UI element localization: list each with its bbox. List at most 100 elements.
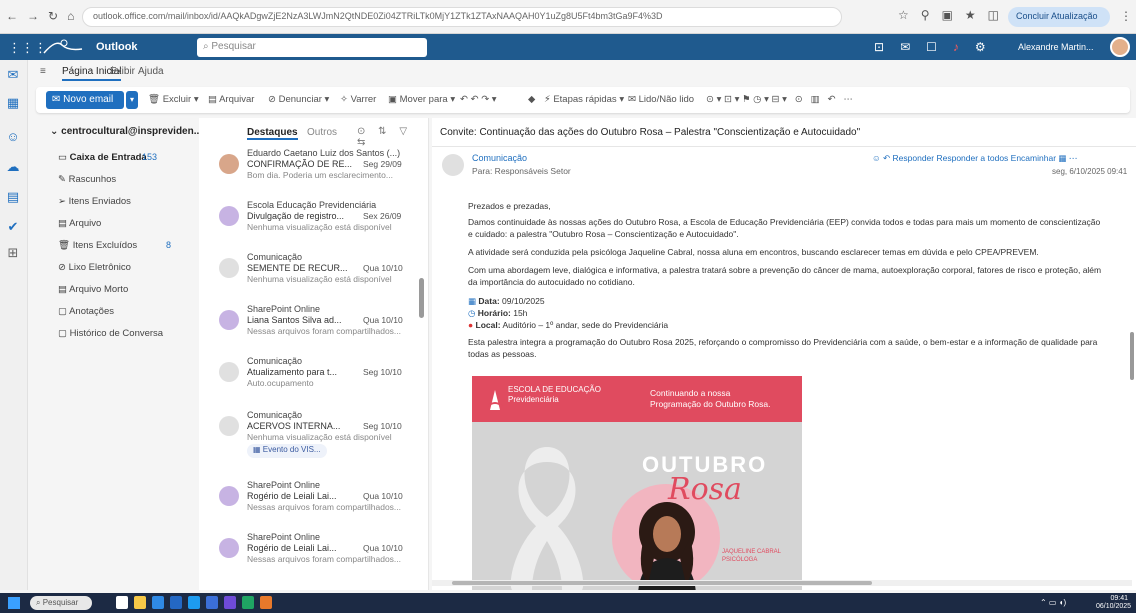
ribbon-tabs: ≡ Página Inicial Exibir Ajuda xyxy=(28,60,1136,84)
avatar xyxy=(219,416,239,436)
folder-drafts[interactable]: ✎ Rascunhos xyxy=(58,174,116,185)
folder-archive[interactable]: ▤ Arquivo xyxy=(58,218,101,229)
search-icon: ⌕ xyxy=(36,598,43,607)
windows-start-icon[interactable] xyxy=(8,597,20,609)
avatar[interactable] xyxy=(1110,37,1130,57)
outlook-icon[interactable] xyxy=(170,596,182,609)
school-logo xyxy=(487,390,503,410)
list-scrollbar[interactable] xyxy=(419,278,424,318)
email-greeting: Prezados e prezadas, xyxy=(468,201,551,211)
reply-icon: ☺ ↶ xyxy=(872,153,893,163)
more-icon[interactable]: ⋮ xyxy=(1120,9,1132,23)
folder-inbox[interactable]: ▭ Caixa de Entrada xyxy=(58,152,147,163)
taskbar-search[interactable]: ⌕ Pesquisar xyxy=(30,596,92,610)
folder-deleted[interactable]: 🗑 Itens Excluídos xyxy=(58,240,137,251)
mail-icon[interactable]: ✉ xyxy=(6,68,20,82)
star-icon[interactable]: ☆ xyxy=(898,8,909,22)
teams-taskbar-icon[interactable] xyxy=(224,596,236,609)
reading-pane: Convite: Continuação das ações do Outubr… xyxy=(432,118,1136,590)
hamburger-icon[interactable]: ≡ xyxy=(40,66,46,77)
folder-conversation-history[interactable]: ▢ Histórico de Conversa xyxy=(58,328,163,339)
notification-icon[interactable]: ♪ xyxy=(953,40,959,54)
reply-actions[interactable]: ☺ ↶ Responder Responder a todos Encaminh… xyxy=(872,153,1077,164)
quick-steps-button[interactable]: ⚡ Etapas rápidas ▾ xyxy=(544,94,624,105)
gear-icon[interactable]: ⚙ xyxy=(975,40,986,54)
app-rail: ✉ ▦ ☺ ☁ ▤ ✔ ⊞ xyxy=(0,60,28,590)
clock[interactable]: 09:41 06/10/2025 xyxy=(1096,595,1131,611)
calendar-icon[interactable]: ▦ xyxy=(6,96,20,110)
apps-icon[interactable]: ⊞ xyxy=(6,246,20,260)
task-view-icon[interactable] xyxy=(116,596,128,609)
folder-junk[interactable]: ⊘ Lixo Eletrônico xyxy=(58,262,131,273)
address-bar[interactable]: outlook.office.com/mail/inbox/id/AAQkADg… xyxy=(82,7,842,27)
folder-sent[interactable]: ➢ Itens Enviados xyxy=(58,196,131,207)
horizontal-scrollbar[interactable] xyxy=(432,580,1132,586)
scrollbar-thumb[interactable] xyxy=(452,581,872,585)
report-button[interactable]: ⊘ Denunciar ▾ xyxy=(268,94,329,105)
todo-icon[interactable]: ☐ xyxy=(926,40,937,54)
people-icon[interactable]: ☺ xyxy=(6,130,20,144)
update-button[interactable]: Concluir Atualização xyxy=(1008,7,1110,27)
event-place: ● Local: Auditório – 1º andar, sede do P… xyxy=(468,320,669,330)
tab-focused[interactable]: Destaques xyxy=(247,127,298,140)
app-name: Outlook xyxy=(96,41,138,53)
word-icon[interactable]: ▤ xyxy=(6,190,20,204)
tab-help[interactable]: Ajuda xyxy=(138,66,164,77)
delete-button[interactable]: 🗑 Excluir ▾ xyxy=(148,94,199,105)
system-tray[interactable]: ⌃ ▭ ◖) xyxy=(1040,598,1066,607)
word-taskbar-icon[interactable] xyxy=(206,596,218,609)
downloads-icon[interactable]: ◫ xyxy=(988,8,999,22)
todo-rail-icon[interactable]: ✔ xyxy=(6,220,20,234)
user-name[interactable]: Alexandre Martin... xyxy=(1018,42,1094,52)
reading-scrollbar[interactable] xyxy=(1130,332,1134,380)
windows-taskbar: ⌕ Pesquisar ⌃ ▭ ◖) 09:41 06/10/2025 xyxy=(0,593,1136,613)
favorites-icon[interactable]: ★ xyxy=(965,8,976,22)
tab-view[interactable]: Exibir xyxy=(110,66,135,77)
meet-icon[interactable]: ⊡ xyxy=(874,40,884,54)
app-header: ⋮⋮⋮ Outlook ⌕ Pesquisar ⊡ ✉ ☐ ♪ ⚙ Alexan… xyxy=(0,34,1136,60)
extensions-icon[interactable]: ⚲ xyxy=(921,8,930,22)
tab-other[interactable]: Outros xyxy=(307,127,337,138)
pin-icon: ● xyxy=(468,320,476,330)
onedrive-icon[interactable]: ☁ xyxy=(6,160,20,174)
list-header: Destaques Outros ⊙ ⇅ ▽ ⇆ xyxy=(199,118,429,148)
forward-arrow-icon[interactable]: → xyxy=(27,9,39,23)
taskbar-apps xyxy=(116,596,272,609)
teams-icon[interactable]: ✉ xyxy=(900,40,910,54)
folder-old-archive[interactable]: ▤ Arquivo Morto xyxy=(58,284,128,295)
more-toolbar-icons[interactable]: ⊙ ▾ ⊡ ▾ ⚑ ◷ ▾ ⊟ ▾ ⊙ ▥ ↶ ⋯ xyxy=(706,94,853,105)
account-name[interactable]: ⌄ centrocultural@inspreviden... xyxy=(50,126,202,137)
list-item[interactable]: SharePoint Online Rogério de Leiali Lai.… xyxy=(199,528,421,594)
search-input[interactable]: ⌕ Pesquisar xyxy=(197,38,427,57)
email-sender[interactable]: Comunicação xyxy=(472,153,527,163)
calendar-icon: ▦ xyxy=(468,296,479,306)
email-paragraph: Com uma abordagem leve, dialógica e info… xyxy=(468,265,1102,287)
chrome-icon[interactable] xyxy=(242,596,254,609)
collections-icon[interactable]: ▣ xyxy=(942,8,953,22)
reply-icon[interactable]: ↶ ↶ ↷ ▾ xyxy=(460,94,497,105)
avatar xyxy=(219,154,239,174)
sweep-button[interactable]: ✧ Varrer xyxy=(340,94,376,105)
new-mail-dropdown[interactable]: ▾ xyxy=(126,91,138,109)
avatar xyxy=(219,486,239,506)
folder-notes[interactable]: ▢ Anotações xyxy=(58,306,114,317)
list-item[interactable]: Comunicação ACERVOS INTERNA... Seg 10/10… xyxy=(199,406,421,476)
home-icon[interactable]: ⌂ xyxy=(67,9,74,23)
back-arrow-icon[interactable]: ← xyxy=(6,9,18,23)
reload-icon[interactable]: ↻ xyxy=(48,9,58,23)
new-mail-button[interactable]: ✉ Novo email xyxy=(46,91,124,109)
archive-button[interactable]: ▤ Arquivar xyxy=(208,94,254,105)
event-tag[interactable]: ▦ Evento do VIS... xyxy=(247,444,327,458)
inbox-count: 153 xyxy=(142,152,158,162)
avatar xyxy=(219,258,239,278)
calendar-icon: ▦ xyxy=(253,445,263,454)
read-unread-button[interactable]: ✉ Lido/Não lido xyxy=(628,94,694,105)
folder-pane: ⌄ centrocultural@inspreviden... ▭ Caixa … xyxy=(42,118,202,588)
tag-icon[interactable]: ◆ xyxy=(528,94,535,105)
firefox-icon[interactable] xyxy=(260,596,272,609)
avatar xyxy=(219,538,239,558)
edge-icon[interactable] xyxy=(152,596,164,609)
file-explorer-icon[interactable] xyxy=(134,596,146,609)
store-icon[interactable] xyxy=(188,596,200,609)
move-button[interactable]: ▣ Mover para ▾ xyxy=(388,94,455,105)
